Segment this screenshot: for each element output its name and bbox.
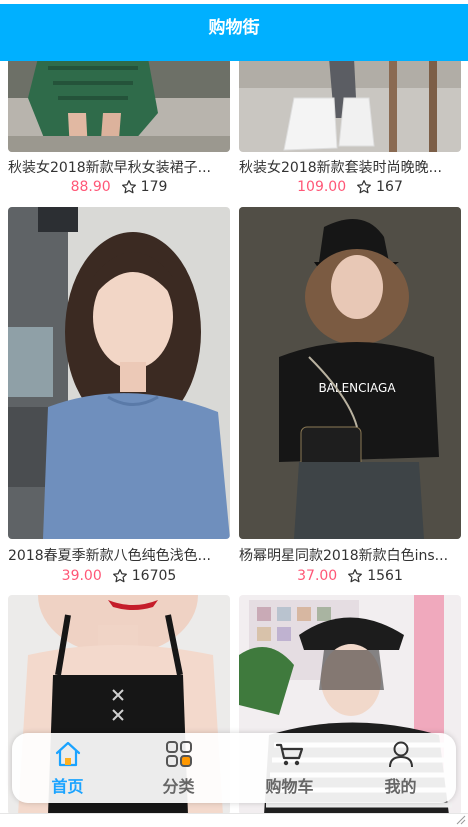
goods-image[interactable] (8, 61, 230, 152)
goods-info: 88.90 179 (8, 179, 230, 195)
collect-value: 179 (140, 179, 168, 195)
star-icon (121, 180, 136, 194)
goods-list[interactable]: 秋装女2018新款早秋女装裙子... 88.90 179 秋装女2018新款套装… (0, 61, 468, 813)
goods-info: 37.00 1561 (239, 568, 461, 584)
goods-price: 37.00 (297, 568, 338, 584)
collect-count[interactable]: 16705 (112, 568, 177, 584)
goods-price: 109.00 (297, 179, 347, 195)
tab-profile[interactable]: 我的 (345, 733, 456, 803)
collect-count[interactable]: 179 (121, 179, 168, 195)
home-icon (55, 741, 80, 767)
goods-price: 88.90 (70, 179, 111, 195)
goods-title: 秋装女2018新款早秋女装裙子... (8, 160, 211, 176)
star-icon (357, 180, 372, 194)
goods-item[interactable]: 秋装女2018新款套装时尚晚晚... 109.00 167 (239, 61, 461, 202)
goods-item[interactable]: 2018春夏季新款八色纯色浅色... 39.00 16705 (8, 207, 230, 591)
tab-home[interactable]: 首页 (12, 733, 123, 803)
tab-bar: 首页 分类 购物车 我的 (12, 733, 456, 803)
goods-item[interactable]: 秋装女2018新款早秋女装裙子... 88.90 179 (8, 61, 230, 202)
category-icon (165, 741, 192, 767)
window-bottom-edge (0, 813, 468, 827)
collect-value: 167 (376, 179, 403, 195)
collect-count[interactable]: 167 (356, 179, 403, 195)
goods-image[interactable]: BALENCIAGA (239, 207, 461, 539)
goods-image[interactable] (8, 207, 230, 539)
cart-icon (275, 743, 303, 766)
goods-info: 39.00 16705 (8, 568, 230, 584)
star-icon (112, 569, 127, 583)
nav-bar: 购物街 (0, 0, 468, 61)
goods-title: 杨幂明星同款2018新款白色ins... (239, 548, 449, 564)
tab-label: 我的 (384, 777, 417, 796)
star-icon (348, 569, 363, 583)
tab-label: 分类 (162, 777, 195, 796)
collect-value: 1561 (367, 568, 403, 584)
page-title: 购物街 (208, 18, 260, 38)
profile-icon (388, 741, 413, 768)
resize-grip-icon[interactable] (454, 813, 466, 825)
goods-title: 秋装女2018新款套装时尚晚晚... (239, 160, 442, 176)
collect-value: 16705 (131, 568, 177, 584)
tab-label: 首页 (51, 777, 84, 796)
tab-category[interactable]: 分类 (123, 733, 234, 803)
svg-text:BALENCIAGA: BALENCIAGA (318, 381, 396, 395)
collect-count[interactable]: 1561 (347, 568, 403, 584)
goods-price: 39.00 (61, 568, 102, 584)
goods-item[interactable]: BALENCIAGA 杨幂明星同款2018新款白色ins... 37.00 15… (239, 207, 461, 591)
tab-label: 购物车 (265, 777, 314, 796)
goods-info: 109.00 167 (239, 179, 461, 195)
goods-image[interactable] (239, 61, 461, 152)
goods-title: 2018春夏季新款八色纯色浅色... (8, 548, 211, 564)
tab-cart[interactable]: 购物车 (234, 733, 345, 803)
